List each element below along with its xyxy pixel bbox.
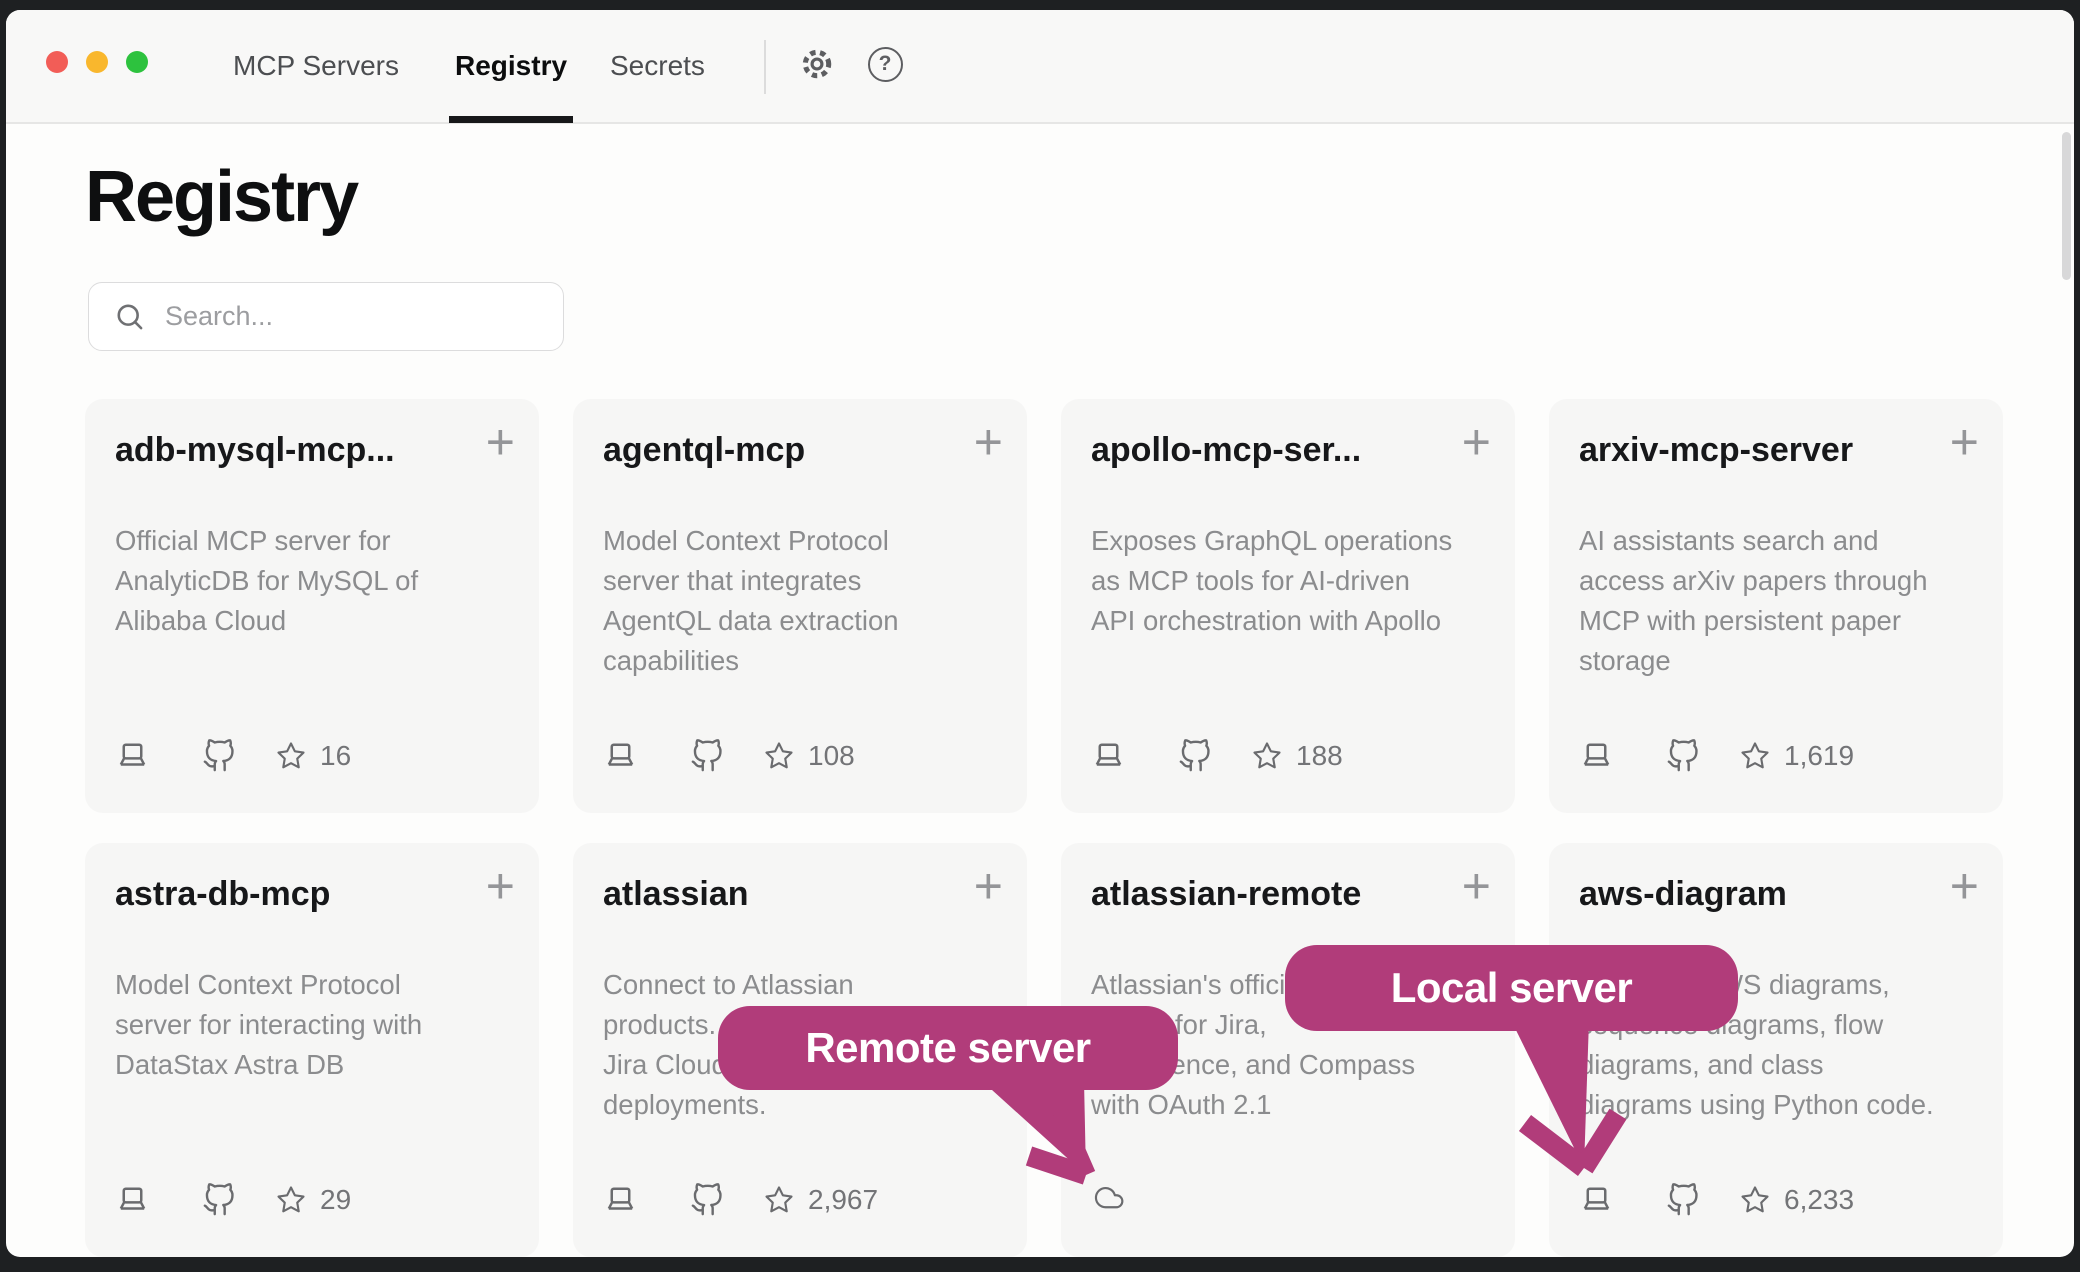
server-description: Model Context Protocol server that integ… xyxy=(603,521,999,681)
star-count: 188 xyxy=(1296,740,1343,772)
annotation-remote-server-badge: Remote server xyxy=(718,1006,1178,1090)
star-count: 1,619 xyxy=(1784,740,1854,772)
star-count: 6,233 xyxy=(1784,1184,1854,1216)
server-meta xyxy=(1091,1181,1127,1217)
github-icon xyxy=(1666,1183,1700,1217)
laptop-icon xyxy=(115,738,150,773)
server-description: AI assistants search and access arXiv pa… xyxy=(1579,521,1975,681)
github-icon xyxy=(202,739,236,773)
add-server-button[interactable]: + xyxy=(1950,861,1979,911)
add-server-button[interactable]: + xyxy=(1462,417,1491,467)
help-icon: ? xyxy=(868,47,903,82)
server-card-arxiv-mcp-server: arxiv-mcp-server + AI assistants search … xyxy=(1549,399,2003,813)
star-count: 16 xyxy=(320,740,351,772)
star-count: 2,967 xyxy=(808,1184,878,1216)
github-icon xyxy=(690,1183,724,1217)
server-meta: 2,967 xyxy=(603,1182,878,1217)
star-icon xyxy=(1252,741,1282,771)
search-box xyxy=(88,282,564,351)
server-name: apollo-mcp-ser... xyxy=(1091,431,1425,470)
server-name: adb-mysql-mcp... xyxy=(115,431,449,470)
server-meta: 29 xyxy=(115,1182,351,1217)
app-window: MCP Servers Registry Secrets ? Registry xyxy=(6,10,2074,1257)
server-name: atlassian xyxy=(603,875,937,914)
zoom-window-button[interactable] xyxy=(126,51,148,73)
server-meta: 16 xyxy=(115,738,351,773)
server-card-agentql-mcp: agentql-mcp + Model Context Protocol ser… xyxy=(573,399,1027,813)
tab-secrets[interactable]: Secrets xyxy=(610,10,705,122)
add-server-button[interactable]: + xyxy=(1462,861,1491,911)
server-description: Exposes GraphQL operations as MCP tools … xyxy=(1091,521,1487,641)
add-server-button[interactable]: + xyxy=(486,861,515,911)
server-meta: 1,619 xyxy=(1579,738,1854,773)
add-server-button[interactable]: + xyxy=(1950,417,1979,467)
add-server-button[interactable]: + xyxy=(974,417,1003,467)
server-description: Model Context Protocol server for intera… xyxy=(115,965,511,1085)
star-count: 29 xyxy=(320,1184,351,1216)
help-glyph: ? xyxy=(879,52,892,76)
close-window-button[interactable] xyxy=(46,51,68,73)
annotation-label: Remote server xyxy=(805,1024,1090,1072)
server-meta: 188 xyxy=(1091,738,1343,773)
tab-registry[interactable]: Registry xyxy=(455,10,567,122)
settings-button[interactable] xyxy=(795,42,839,86)
tab-label: Registry xyxy=(455,50,567,82)
titlebar-divider xyxy=(764,40,766,94)
cloud-icon xyxy=(1091,1181,1127,1217)
laptop-icon xyxy=(1091,738,1126,773)
scrollbar-thumb[interactable] xyxy=(2062,132,2071,280)
server-card-apollo-mcp-server: apollo-mcp-ser... + Exposes GraphQL oper… xyxy=(1061,399,1515,813)
server-meta: 108 xyxy=(603,738,855,773)
star-icon xyxy=(1740,741,1770,771)
annotation-local-server-badge: Local server xyxy=(1285,945,1738,1031)
server-name: atlassian-remote xyxy=(1091,875,1425,914)
server-card-adb-mysql-mcp: adb-mysql-mcp... + Official MCP server f… xyxy=(85,399,539,813)
gear-icon xyxy=(798,45,836,83)
server-card-astra-db-mcp: astra-db-mcp + Model Context Protocol se… xyxy=(85,843,539,1257)
github-icon xyxy=(1666,739,1700,773)
add-server-button[interactable]: + xyxy=(486,417,515,467)
star-icon xyxy=(276,741,306,771)
server-name: arxiv-mcp-server xyxy=(1579,431,1913,470)
github-icon xyxy=(1178,739,1212,773)
star-icon xyxy=(1740,1185,1770,1215)
laptop-icon xyxy=(603,738,638,773)
server-card-grid: adb-mysql-mcp... + Official MCP server f… xyxy=(85,399,2003,1257)
star-icon xyxy=(276,1185,306,1215)
star-count: 108 xyxy=(808,740,855,772)
search-input[interactable] xyxy=(88,282,564,351)
laptop-icon xyxy=(603,1182,638,1217)
server-name: astra-db-mcp xyxy=(115,875,449,914)
tab-mcp-servers[interactable]: MCP Servers xyxy=(233,10,399,122)
titlebar: MCP Servers Registry Secrets ? xyxy=(6,10,2074,124)
add-server-button[interactable]: + xyxy=(974,861,1003,911)
star-icon xyxy=(764,1185,794,1215)
server-card-aws-diagram: aws-diagram + Generate AWS diagrams, seq… xyxy=(1549,843,2003,1257)
github-icon xyxy=(202,1183,236,1217)
tab-label: Secrets xyxy=(610,50,705,82)
github-icon xyxy=(690,739,724,773)
laptop-icon xyxy=(1579,738,1614,773)
help-button[interactable]: ? xyxy=(863,42,907,86)
server-meta: 6,233 xyxy=(1579,1182,1854,1217)
page-title: Registry xyxy=(85,156,357,238)
star-icon xyxy=(764,741,794,771)
laptop-icon xyxy=(115,1182,150,1217)
server-description: Official MCP server for AnalyticDB for M… xyxy=(115,521,511,641)
server-name: agentql-mcp xyxy=(603,431,937,470)
minimize-window-button[interactable] xyxy=(86,51,108,73)
annotation-label: Local server xyxy=(1391,964,1633,1012)
laptop-icon xyxy=(1579,1182,1614,1217)
server-name: aws-diagram xyxy=(1579,875,1913,914)
tab-label: MCP Servers xyxy=(233,50,399,82)
